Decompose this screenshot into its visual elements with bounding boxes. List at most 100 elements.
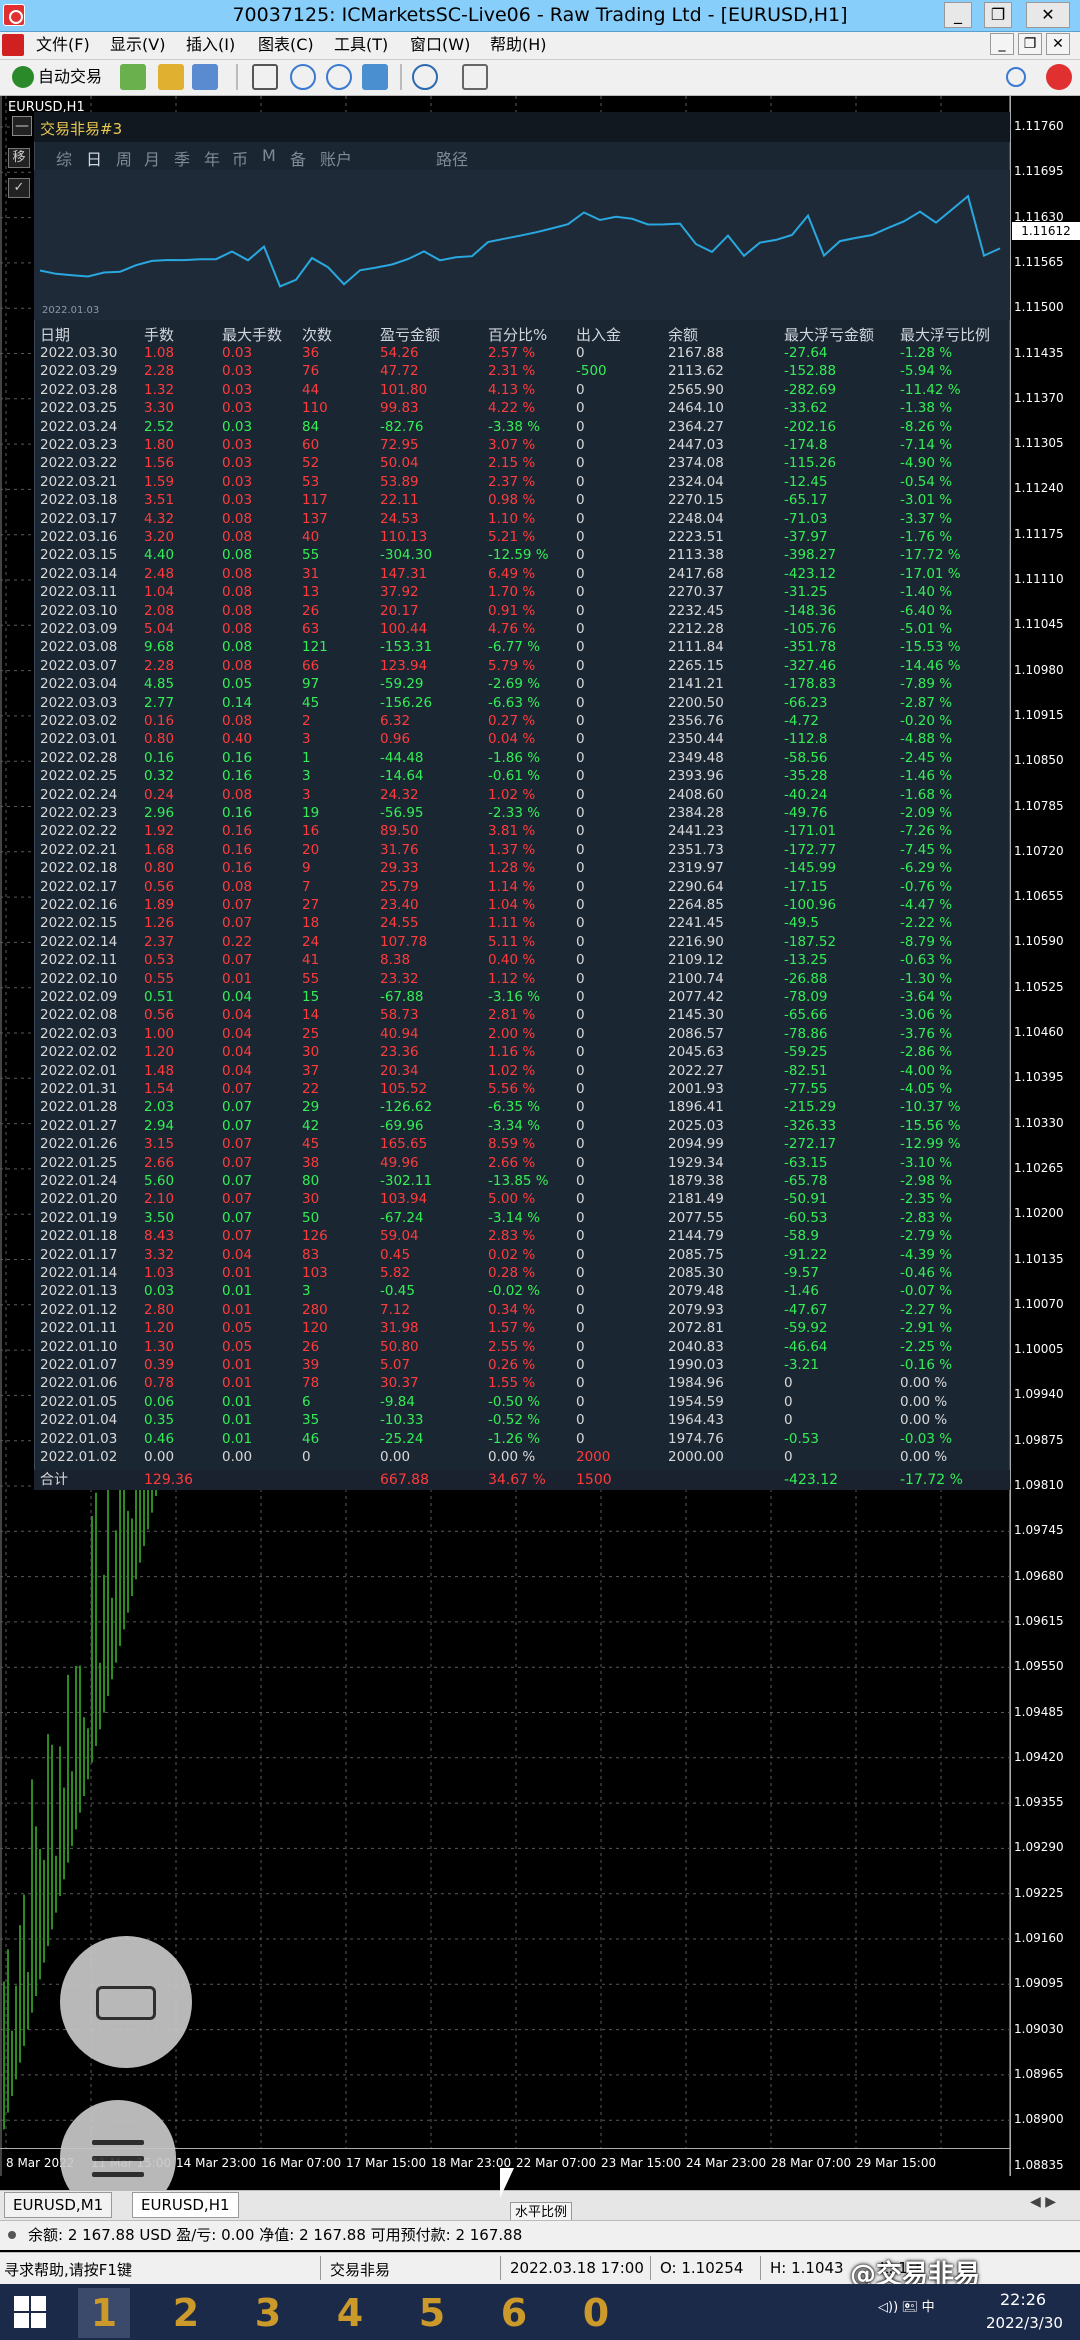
table-cell: 2022.01.03 — [40, 1430, 118, 1447]
keyboard-button[interactable] — [60, 1936, 192, 2068]
table-cell: -202.16 — [784, 418, 837, 435]
table-cell: 2022.03.02 — [40, 713, 118, 729]
table-cell: 0 — [576, 1301, 585, 1318]
tile-windows-icon[interactable] — [362, 64, 388, 90]
new-order-icon[interactable] — [120, 64, 146, 90]
table-cell: 30 — [302, 1044, 320, 1061]
restore-button[interactable]: ❐ — [984, 2, 1012, 28]
table-cell: 2408.60 — [668, 786, 724, 803]
mdi-restore-button[interactable]: ❐ — [1018, 33, 1042, 55]
table-cell: 2111.84 — [668, 639, 724, 656]
taskbar-app[interactable]: 3 — [242, 2288, 294, 2338]
price-axis-label: 1.10525 — [1014, 979, 1064, 994]
bar-chart-icon[interactable] — [252, 64, 278, 90]
table-cell: 0.16 — [222, 841, 253, 858]
table-cell: 3.81 % — [488, 823, 536, 840]
table-cell: 49.96 — [380, 1154, 419, 1171]
search-icon[interactable] — [1006, 67, 1026, 87]
menu-chart[interactable]: 图表(C) — [258, 33, 314, 57]
zoom-out-icon[interactable] — [326, 64, 352, 90]
time-axis-label: 29 Mar 15:00 — [856, 2156, 937, 2170]
panel-collapse-button[interactable]: — — [12, 116, 32, 136]
menu-help[interactable]: 帮助(H) — [490, 33, 547, 57]
mdi-close-button[interactable]: ✕ — [1046, 33, 1070, 55]
panel-move-button[interactable]: 移 — [8, 148, 30, 168]
table-cell: 0.24 — [144, 786, 175, 803]
stats-tab[interactable]: 日 — [86, 146, 102, 170]
stats-tab[interactable]: 周 — [116, 146, 132, 170]
stats-tab[interactable]: 备 — [290, 146, 306, 170]
table-cell: 3.07 % — [488, 437, 536, 453]
mdi-minimize-button[interactable]: _ — [990, 33, 1014, 55]
system-tray[interactable]: ◁)) 🖭 中 — [878, 2296, 935, 2320]
autotrade-button[interactable]: 自动交易 — [10, 63, 102, 91]
table-cell: 0.07 — [222, 1136, 253, 1153]
menu-tools[interactable]: 工具(T) — [334, 33, 388, 57]
stats-tab[interactable]: 币 — [232, 146, 248, 170]
close-button[interactable]: ✕ — [1026, 2, 1070, 28]
table-cell: 2022.01.10 — [40, 1338, 118, 1355]
table-cell: -82.51 — [784, 1062, 828, 1079]
taskbar-app[interactable]: 1 — [78, 2288, 130, 2338]
price-axis-label: 1.09420 — [1014, 1749, 1064, 1764]
table-cell: -50.91 — [784, 1191, 828, 1208]
table-cell: 9.68 — [144, 639, 175, 656]
table-cell: 1954.59 — [668, 1393, 724, 1410]
table-row: 2022.02.09 0.51 0.04 15 -67.88 -3.16 % 0 2077.4… — [34, 988, 1010, 1006]
menu-file[interactable]: 文件(F) — [36, 33, 90, 57]
favorites-icon[interactable] — [158, 64, 184, 90]
stats-tab[interactable]: 账户 — [320, 146, 352, 170]
table-cell: 19 — [302, 805, 320, 821]
chart-tab-m1[interactable]: EURUSD,M1 — [4, 2192, 113, 2218]
zoom-in-icon[interactable] — [290, 64, 316, 90]
stats-tab[interactable]: M — [262, 146, 276, 165]
price-axis-label: 1.09485 — [1014, 1704, 1064, 1719]
minimize-button[interactable]: _ — [944, 2, 972, 28]
stats-tab[interactable]: 路径 — [436, 146, 468, 170]
table-cell: 2.03 — [144, 1099, 175, 1116]
chart-tab-scroll-buttons[interactable]: ◀ ▶ — [1030, 2194, 1056, 2210]
table-cell: -91.22 — [784, 1246, 828, 1263]
panel-check-button[interactable]: ✓ — [8, 178, 30, 198]
navigator-icon[interactable] — [192, 64, 218, 90]
table-cell: 2216.90 — [668, 933, 724, 950]
table-cell: -3.37 % — [900, 510, 953, 527]
table-cell: -25.24 — [380, 1430, 424, 1447]
periods-icon[interactable] — [412, 64, 438, 90]
table-cell: 2265.15 — [668, 657, 724, 674]
column-header: 盈亏金额 — [380, 326, 441, 344]
table-cell: 0.07 — [222, 1209, 253, 1226]
table-row: 2022.02.01 1.48 0.04 37 20.34 1.02 % 0 2022.27 -… — [34, 1062, 1010, 1080]
menu-window[interactable]: 窗口(W) — [410, 33, 470, 57]
taskbar-app[interactable]: 4 — [324, 2288, 376, 2338]
stats-tab[interactable]: 月 — [144, 146, 160, 170]
chart-tab-h1[interactable]: EURUSD,H1 — [132, 2192, 239, 2218]
menu-view[interactable]: 显示(V) — [110, 33, 165, 57]
stats-tab[interactable]: 综 — [56, 146, 72, 170]
table-cell: 50 — [302, 1209, 320, 1226]
table-cell: -3.06 % — [900, 1007, 953, 1024]
menu-insert[interactable]: 插入(I) — [186, 33, 235, 57]
notifications-icon[interactable] — [1046, 64, 1072, 90]
column-header: 最大浮亏金额 — [784, 326, 875, 344]
time-axis-label: 14 Mar 23:00 — [176, 2156, 257, 2170]
taskbar-app[interactable]: 5 — [406, 2288, 458, 2338]
taskbar-app[interactable]: 0 — [570, 2288, 622, 2338]
table-cell: 1896.41 — [668, 1099, 724, 1116]
table-cell: 2.57 % — [488, 345, 536, 361]
taskbar-app[interactable]: 2 — [160, 2288, 212, 2338]
table-cell: 0 — [576, 345, 585, 361]
windows-start-icon[interactable] — [14, 2296, 46, 2328]
templates-icon[interactable] — [462, 64, 488, 90]
stats-tab[interactable]: 季 — [174, 146, 190, 170]
taskbar-app[interactable]: 6 — [488, 2288, 540, 2338]
table-cell: 0.03 — [222, 455, 253, 472]
table-cell: 2.55 % — [488, 1338, 536, 1355]
status-separator — [760, 2256, 761, 2280]
table-cell: 8.59 % — [488, 1136, 536, 1153]
table-cell: 2000 — [576, 1449, 611, 1465]
table-cell: 0 — [576, 565, 585, 582]
price-axis-label: 1.09095 — [1014, 1976, 1064, 1991]
stats-tab[interactable]: 年 — [204, 146, 220, 170]
table-cell: 2.28 — [144, 657, 175, 674]
